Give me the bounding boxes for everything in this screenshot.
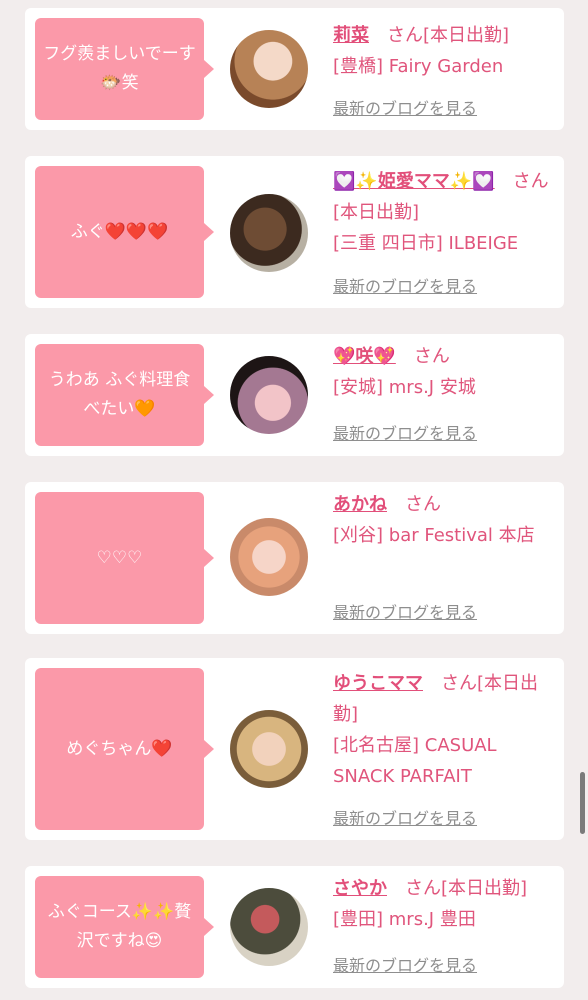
store-info: [豊橋] Fairy Garden <box>333 56 504 77</box>
comment-bubble: うわあ ふぐ料理食べたい🧡 <box>35 344 214 446</box>
latest-blog-link[interactable]: 最新のブログを見る <box>333 952 477 976</box>
latest-blog-link[interactable]: 最新のブログを見る <box>333 95 477 119</box>
store-info: [豊田] mrs.J 豊田 <box>333 909 476 930</box>
store-info: [北名古屋] CASUAL SNACK PARFAIT <box>333 735 497 787</box>
user-suffix: さん <box>413 346 450 367</box>
user-name-link[interactable]: 💟✨姫愛ママ✨💟 <box>333 171 495 192</box>
latest-blog-link[interactable]: 最新のブログを見る <box>333 599 477 623</box>
user-name-link[interactable]: さやか <box>333 878 387 899</box>
comment-bubble: めぐちゃん❤️ <box>35 668 214 830</box>
user-suffix: さん <box>405 494 441 515</box>
comment-card: フグ羨ましいでーす🐡笑 莉菜 さん[本日出勤] [豊橋] Fairy Garden… <box>25 8 564 130</box>
user-name-link[interactable]: 💖咲💖 <box>333 346 396 367</box>
comment-bubble: ♡♡♡ <box>35 492 214 624</box>
store-info: [安城] mrs.J 安城 <box>333 377 476 398</box>
latest-blog-link[interactable]: 最新のブログを見る <box>333 273 477 297</box>
user-suffix: さん[本日出勤] <box>387 25 510 46</box>
user-info: さやか さん[本日出勤] [豊田] mrs.J 豊田 <box>333 873 555 935</box>
user-info: 💟✨姫愛ママ✨💟 さん[本日出勤] [三重 四日市] ILBEIGE <box>333 166 555 259</box>
user-name-link[interactable]: あかね <box>333 494 387 515</box>
avatar[interactable] <box>230 888 308 966</box>
store-info: [刈谷] bar Festival 本店 <box>333 525 535 546</box>
scrollbar[interactable] <box>580 772 585 834</box>
avatar[interactable] <box>230 518 308 596</box>
user-info: ゆうこママ さん[本日出勤] [北名古屋] CASUAL SNACK PARFAI… <box>333 668 555 792</box>
user-info: 莉菜 さん[本日出勤] [豊橋] Fairy Garden <box>333 20 555 82</box>
latest-blog-link[interactable]: 最新のブログを見る <box>333 805 477 829</box>
user-suffix: さん[本日出勤] <box>405 878 528 899</box>
avatar[interactable] <box>230 356 308 434</box>
user-info: あかね さん [刈谷] bar Festival 本店 <box>333 489 555 551</box>
comment-card: ふぐ❤️❤️❤️ 💟✨姫愛ママ✨💟 さん[本日出勤] [三重 四日市] ILBEI… <box>25 156 564 308</box>
comment-bubble: ふぐ❤️❤️❤️ <box>35 166 214 298</box>
user-name-link[interactable]: ゆうこママ <box>333 673 423 694</box>
avatar[interactable] <box>230 30 308 108</box>
comment-card: めぐちゃん❤️ ゆうこママ さん[本日出勤] [北名古屋] CASUAL SNAC… <box>25 658 564 840</box>
latest-blog-link[interactable]: 最新のブログを見る <box>333 420 477 444</box>
user-name-link[interactable]: 莉菜 <box>333 25 369 46</box>
comment-bubble: ふぐコース✨✨贅沢ですね😍 <box>35 876 214 978</box>
comment-card: ♡♡♡ あかね さん [刈谷] bar Festival 本店 最新のブログを見る <box>25 482 564 634</box>
avatar[interactable] <box>230 710 308 788</box>
user-info: 💖咲💖 さん [安城] mrs.J 安城 <box>333 341 555 403</box>
comment-card: うわあ ふぐ料理食べたい🧡 💖咲💖 さん [安城] mrs.J 安城 最新のブログ… <box>25 334 564 456</box>
comment-bubble: フグ羨ましいでーす🐡笑 <box>35 18 214 120</box>
store-info: [三重 四日市] ILBEIGE <box>333 233 519 254</box>
avatar[interactable] <box>230 194 308 272</box>
comment-card: ふぐコース✨✨贅沢ですね😍 さやか さん[本日出勤] [豊田] mrs.J 豊田 … <box>25 866 564 988</box>
